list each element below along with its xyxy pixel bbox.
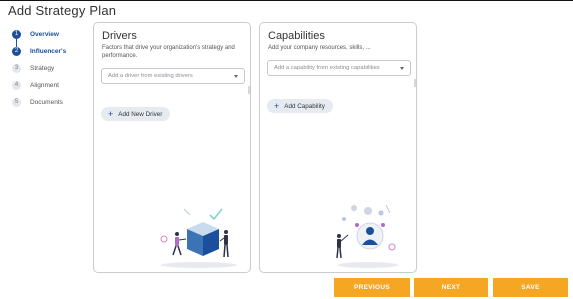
step-strategy[interactable]: 3 Strategy xyxy=(12,60,92,77)
step-label: Overview xyxy=(30,31,59,38)
page-title: Add Strategy Plan xyxy=(8,3,117,18)
drivers-card: Drivers Factors that drive your organiza… xyxy=(93,22,251,273)
step-label: Alignment xyxy=(30,82,59,89)
drivers-select[interactable]: Add a driver from existing drivers xyxy=(101,68,245,84)
top-divider xyxy=(0,0,573,1)
previous-button[interactable]: PREVIOUS xyxy=(334,278,410,297)
plus-icon: + xyxy=(108,109,114,119)
scrollbar-thumb[interactable] xyxy=(414,79,416,87)
step-number: 3 xyxy=(12,64,21,73)
step-alignment[interactable]: 4 Alignment xyxy=(12,77,92,94)
step-number: 4 xyxy=(12,81,21,90)
capabilities-select[interactable]: Add a capability from existing capabilit… xyxy=(267,60,411,76)
step-number: 2 xyxy=(12,47,21,56)
add-capability-button[interactable]: + Add Capability xyxy=(267,99,333,113)
capabilities-title: Capabilities xyxy=(268,30,325,42)
drivers-title: Drivers xyxy=(102,30,137,42)
capabilities-description: Add your company resources, skills, ... xyxy=(268,45,371,51)
scrollbar-thumb[interactable] xyxy=(248,86,250,94)
strategy-illustration-icon xyxy=(160,208,237,268)
step-label: Documents xyxy=(30,99,63,106)
step-influencers[interactable]: 2 Influencer's xyxy=(12,43,92,60)
step-number: 5 xyxy=(12,98,21,107)
step-overview[interactable]: 1 Overview xyxy=(12,26,92,47)
plus-icon: + xyxy=(274,101,280,111)
capabilities-card: Capabilities Add your company resources,… xyxy=(259,22,417,273)
save-button[interactable]: SAVE xyxy=(493,278,568,297)
add-new-driver-label: Add New Driver xyxy=(118,110,163,118)
step-label: Influencer's xyxy=(30,48,67,55)
step-label: Strategy xyxy=(30,65,55,72)
add-new-driver-button[interactable]: + Add New Driver xyxy=(101,107,171,121)
add-capability-label: Add Capability xyxy=(284,102,325,110)
chevron-down-icon[interactable] xyxy=(400,66,404,70)
stepper: 1 Overview 2 Influencer's 3 Strategy 4 A… xyxy=(12,26,92,111)
drivers-select-placeholder: Add a driver from existing drivers xyxy=(108,73,193,79)
capabilities-select-placeholder: Add a capability from existing capabilit… xyxy=(274,65,380,71)
chevron-down-icon[interactable] xyxy=(234,74,238,78)
next-button[interactable]: NEXT xyxy=(414,278,488,297)
step-number: 1 xyxy=(12,30,21,39)
capability-illustration-icon xyxy=(336,204,398,268)
drivers-description: Factors that drive your organization's s… xyxy=(102,45,235,59)
step-documents[interactable]: 5 Documents xyxy=(12,94,92,111)
